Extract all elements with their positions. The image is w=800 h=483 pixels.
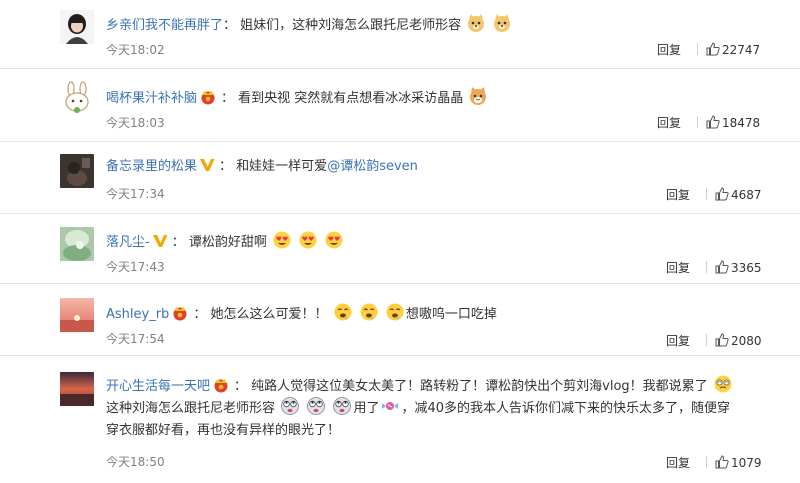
comment-item: Ashley_rb： 她怎么这么可爱！！ 想嗷呜一口吃掉 今天17:54 回复 … xyxy=(0,284,800,356)
dizzy-face-icon xyxy=(714,375,732,393)
comment-line-3: 穿衣服都好看，再也没有异样的眼光了！ xyxy=(106,423,341,438)
divider xyxy=(706,334,707,346)
divider xyxy=(697,43,698,55)
comment-text: 和娃娃一样可爱 xyxy=(236,159,328,174)
comment-text-line-2: 这种刘海怎么跟托尼老师形容 xyxy=(106,401,276,416)
avatar[interactable] xyxy=(60,10,94,44)
comment-item: 乡亲们我不能再胖了： 姐妹们，这种刘海怎么跟托尼老师形容 今天18:02 回复 … xyxy=(0,0,800,69)
timestamp: 今天18:03 xyxy=(106,116,165,130)
separator: ： xyxy=(171,235,185,250)
comment-item: 喝杯果汁补补脑 ： 看到央视 突然就有点想看冰冰采访晶晶 今天18:03 回复 1… xyxy=(0,69,800,142)
comment-text: 看到央视 突然就有点想看冰冰采访晶晶 xyxy=(238,91,464,106)
doge-icon xyxy=(468,14,485,32)
reply-button[interactable]: 回复 xyxy=(666,260,690,276)
username-link[interactable]: 开心生活每一天吧 xyxy=(106,379,210,394)
eye-roll-face-icon xyxy=(307,397,326,415)
thumbs-up-icon xyxy=(715,187,729,201)
doge-icon xyxy=(494,14,511,32)
comment-item: 开心生活每一天吧 ： 纯路人觉得这位美女太美了！路转粉了！谭松韵快出个剪刘海vlo… xyxy=(0,356,800,483)
divider xyxy=(706,456,707,468)
separator: ： xyxy=(219,159,233,174)
comment-item: 落凡尘- ： 谭松韵好甜啊 今天17:43 回复 3365 xyxy=(0,214,800,284)
like-button[interactable]: 18478 xyxy=(697,115,760,131)
comment-text: 她怎么这么可爱！！ xyxy=(210,307,328,322)
comment-line: Ashley_rb ： 她怎么这么可爱！！ 想嗷呜一口吃掉 xyxy=(106,302,497,325)
comment-line: 乡亲们我不能再胖了： 姐妹们，这种刘海怎么跟托尼老师形容 xyxy=(106,13,513,36)
avatar[interactable] xyxy=(60,298,94,332)
like-button[interactable]: 4687 xyxy=(706,187,762,203)
heart-eyes-icon xyxy=(273,231,291,249)
like-count: 18478 xyxy=(722,116,761,130)
reply-button[interactable]: 回复 xyxy=(666,187,690,203)
drool-face-icon xyxy=(386,303,404,321)
crown-badge-icon xyxy=(201,91,215,105)
like-count: 22747 xyxy=(722,43,761,57)
username-link[interactable]: 落凡尘- xyxy=(106,235,150,250)
comment-line: 喝杯果汁补补脑 ： 看到央视 突然就有点想看冰冰采访晶晶 xyxy=(106,86,489,109)
heart-eyes-icon xyxy=(325,231,343,249)
avatar[interactable] xyxy=(60,227,94,261)
like-count: 1079 xyxy=(731,456,762,470)
avatar[interactable] xyxy=(60,81,94,115)
like-button[interactable]: 3365 xyxy=(706,260,762,276)
drool-face-icon xyxy=(360,303,378,321)
timestamp: 今天18:50 xyxy=(106,455,165,469)
avatar[interactable] xyxy=(60,372,94,406)
like-button[interactable]: 22747 xyxy=(697,42,760,58)
avatar[interactable] xyxy=(60,154,94,188)
reply-button[interactable]: 回复 xyxy=(657,115,681,131)
reply-button[interactable]: 回复 xyxy=(666,455,690,471)
eye-roll-face-icon xyxy=(333,397,352,415)
comment-text-line-2-after: 用了 xyxy=(353,401,380,416)
heart-eyes-icon xyxy=(299,231,317,249)
username-link[interactable]: 乡亲们我不能再胖了 xyxy=(106,18,223,33)
eye-roll-face-icon xyxy=(281,397,300,415)
like-count: 3365 xyxy=(731,261,762,275)
comment-line: 开心生活每一天吧 ： 纯路人觉得这位美女太美了！路转粉了！谭松韵快出个剪刘海vlo… xyxy=(106,374,734,397)
thumbs-up-icon xyxy=(715,260,729,274)
verified-v-icon xyxy=(200,159,215,171)
comment-item: 备忘录里的松果 ： 和娃娃一样可爱@谭松韵seven 今天17:34 回复 468… xyxy=(0,142,800,214)
candy-icon xyxy=(382,402,399,410)
comment-text-after: 想嗷呜一口吃掉 xyxy=(405,307,497,322)
verified-v-icon xyxy=(152,235,168,247)
separator: ： xyxy=(221,91,235,106)
separator: ： xyxy=(223,18,237,33)
thumbs-up-icon xyxy=(706,42,720,56)
like-count: 2080 xyxy=(731,334,762,348)
separator: ： xyxy=(234,379,248,394)
divider xyxy=(706,261,707,273)
comment-text: 纯路人觉得这位美女太美了！路转粉了！谭松韵快出个剪刘海vlog！我都说累了 xyxy=(251,379,708,394)
cat-face-icon xyxy=(470,87,487,105)
like-count: 4687 xyxy=(731,188,762,202)
thumbs-up-icon xyxy=(715,455,729,469)
timestamp: 今天17:43 xyxy=(106,260,165,274)
divider xyxy=(697,116,698,128)
crown-badge-icon xyxy=(214,379,228,393)
like-button[interactable]: 1079 xyxy=(706,455,762,471)
separator: ： xyxy=(193,307,207,322)
reply-button[interactable]: 回复 xyxy=(657,42,681,58)
comment-text: 谭松韵好甜啊 xyxy=(188,235,267,250)
crown-badge-icon xyxy=(173,307,187,321)
username-link[interactable]: 喝杯果汁补补脑 xyxy=(106,91,197,106)
thumbs-up-icon xyxy=(715,333,729,347)
divider xyxy=(706,188,707,200)
comment-line: 落凡尘- ： 谭松韵好甜啊 xyxy=(106,230,345,253)
reply-button[interactable]: 回复 xyxy=(666,333,690,349)
timestamp: 今天17:54 xyxy=(106,332,165,346)
mention-link[interactable]: @谭松韵seven xyxy=(327,159,418,174)
comment-text: 姐妹们，这种刘海怎么跟托尼老师形容 xyxy=(240,18,462,33)
like-button[interactable]: 2080 xyxy=(706,333,762,349)
username-link[interactable]: Ashley_rb xyxy=(106,307,169,322)
timestamp: 今天18:02 xyxy=(106,43,165,57)
comment-text-line-2-rest: ，减40多的我本人告诉你们减下来的快乐太多了，随便穿 xyxy=(401,401,730,416)
username-link[interactable]: 备忘录里的松果 xyxy=(106,159,197,174)
drool-face-icon xyxy=(334,303,352,321)
thumbs-up-icon xyxy=(706,115,720,129)
comment-line-2: 这种刘海怎么跟托尼老师形容 用了 ，减40多的我本人告诉你们减下来的快乐太多了，随… xyxy=(106,396,730,420)
timestamp: 今天17:34 xyxy=(106,187,165,201)
comment-line: 备忘录里的松果 ： 和娃娃一样可爱@谭松韵seven xyxy=(106,157,418,177)
